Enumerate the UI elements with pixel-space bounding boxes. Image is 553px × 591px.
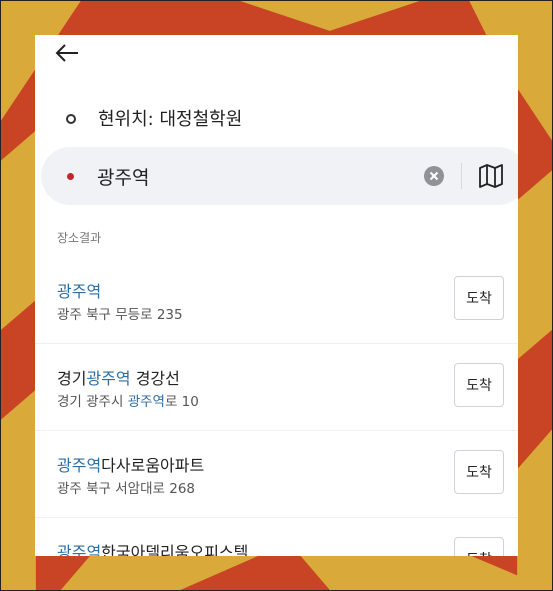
origin-field[interactable]: 현위치: 대정철학원 [35,101,518,137]
address-text: 광주 북구 무등로 235 [57,307,183,323]
result-title: 광주역다사로움아파트 [57,452,204,476]
result-item[interactable]: 광주역다사로움아파트 광주 북구 서암대로 268 도착 [35,431,518,518]
origin-dot-icon [66,114,76,124]
arrive-button[interactable]: 도착 [454,450,504,494]
arrive-button[interactable]: 도착 [454,537,504,556]
route-search-panel: 현위치: 대정철학원 장소결과 광주역 광주 북구 무등로 235 도착 [35,35,518,556]
clear-circle-icon [429,171,439,181]
title-highlight: 광주역 [57,543,102,556]
destination-field[interactable] [41,147,518,205]
title-highlight: 광주역 [86,369,131,388]
title-highlight: 광주역 [57,282,102,301]
result-item[interactable]: 광주역 광주 북구 무등로 235 도착 [35,257,518,344]
address-text: 경기 광주시 [57,394,128,410]
folded-map-icon [479,164,503,188]
address-text: 로 10 [164,394,199,410]
map-button[interactable] [477,162,505,190]
results-list: 광주역 광주 북구 무등로 235 도착 경기광주역 경강선 경기 광주시 광주… [35,257,518,556]
arrive-button[interactable]: 도착 [454,363,504,407]
title-text: 경기 [57,369,87,388]
title-text: 다사로움아파트 [101,456,205,475]
clear-button[interactable] [424,166,444,186]
result-item[interactable]: 경기광주역 경강선 경기 광주시 광주역로 10 도착 [35,344,518,431]
origin-text: 현위치: 대정철학원 [98,109,243,130]
title-text: 경강선 [130,369,180,388]
destination-input[interactable] [97,161,417,191]
top-bar [35,35,518,69]
destination-dot-icon [67,173,74,180]
title-highlight: 광주역 [57,456,102,475]
address-text: 광주 북구 서암대로 268 [57,481,196,497]
result-address: 광주 북구 서암대로 268 [57,477,195,497]
arrive-button[interactable]: 도착 [454,276,504,320]
result-title: 경기광주역 경강선 [57,365,180,389]
arrow-left-icon [55,44,78,62]
address-highlight: 광주역 [127,394,165,410]
section-label: 장소결과 [57,231,102,245]
result-address: 광주 북구 무등로 235 [57,303,183,323]
title-text: 한국아델리움오피스텔 [101,543,249,556]
vertical-divider [461,163,462,189]
result-title: 광주역한국아델리움오피스텔 [57,539,248,556]
result-item[interactable]: 광주역한국아델리움오피스텔 도착 [35,518,518,556]
result-address: 경기 광주시 광주역로 10 [57,390,199,410]
result-title: 광주역 [57,278,101,302]
back-button[interactable] [53,39,81,67]
